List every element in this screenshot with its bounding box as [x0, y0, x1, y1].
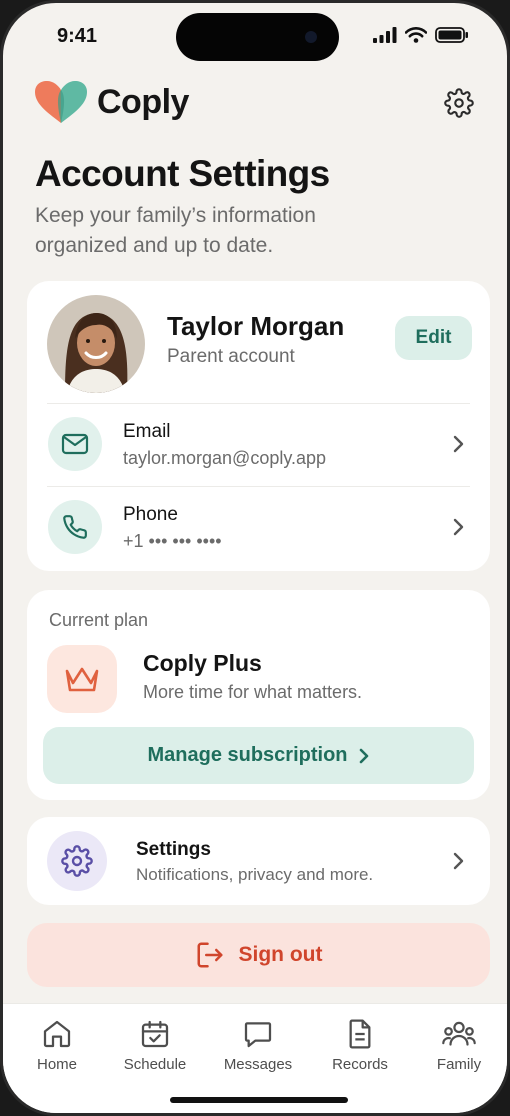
tab-label: Schedule: [123, 1056, 187, 1073]
profile-name: Taylor Morgan: [167, 311, 345, 341]
crown-icon-badge: [47, 645, 117, 713]
settings-subtitle: Notifications, privacy and more.: [136, 865, 374, 884]
phone-screen: 9:41 Coply Account Settings Keep your fa…: [0, 0, 510, 1116]
plan-tagline: More time for what matters.: [143, 682, 363, 702]
calendar-check-icon: [141, 1020, 169, 1048]
page-subtitle: Keep your family’s information organized…: [35, 204, 316, 257]
profile-role: Parent account: [167, 346, 295, 367]
chevron-right-icon: [453, 518, 464, 536]
phone-icon-badge: [48, 500, 102, 554]
email-row[interactable]: Email taylor.morgan@coply.app: [27, 403, 490, 485]
sign-out-button[interactable]: Sign out: [27, 923, 490, 987]
home-icon: [43, 1020, 71, 1048]
manage-subscription-label: Manage subscription: [147, 744, 348, 766]
crown-icon: [65, 667, 99, 692]
settings-row[interactable]: Settings Notifications, privacy and more…: [27, 817, 490, 905]
tab-schedule[interactable]: Schedule: [110, 1018, 200, 1073]
plan-section-label: Current plan: [49, 610, 149, 630]
battery-icon: [435, 27, 468, 43]
phone-label: Phone: [123, 504, 178, 525]
email-label: Email: [123, 421, 171, 442]
status-time: 9:41: [57, 25, 98, 47]
phone-value: +1 ••• ••• ••••: [123, 531, 222, 551]
mail-icon: [61, 433, 89, 455]
tab-label: Home: [36, 1056, 77, 1073]
header-settings-button[interactable]: [441, 85, 477, 121]
document-icon: [349, 1019, 371, 1049]
chevron-right-icon: [453, 852, 464, 870]
status-icons: [373, 27, 469, 43]
home-indicator[interactable]: [170, 1097, 348, 1103]
dynamic-island: [176, 13, 339, 61]
gear-icon: [61, 845, 93, 877]
heart-logo-icon: [35, 81, 87, 123]
tab-records[interactable]: Records: [315, 1018, 405, 1073]
page-title: Account Settings: [35, 153, 330, 194]
tab-label: Records: [332, 1056, 388, 1073]
settings-title: Settings: [136, 839, 211, 860]
tab-label: Messages: [223, 1056, 293, 1073]
signal-icon: [373, 27, 397, 43]
tab-messages[interactable]: Messages: [213, 1018, 303, 1073]
sign-out-label: Sign out: [238, 943, 323, 966]
phone-icon: [63, 515, 87, 539]
sign-out-icon: [197, 942, 222, 968]
chevron-right-icon: [453, 435, 464, 453]
plan-card: Current plan Coply Plus More time for wh…: [27, 590, 490, 800]
wifi-icon: [405, 27, 427, 43]
profile-card: Taylor Morgan Parent account Edit Email …: [27, 281, 490, 571]
avatar-portrait: [47, 295, 145, 393]
message-icon: [244, 1022, 272, 1048]
email-value: taylor.morgan@coply.app: [123, 448, 327, 468]
family-icon: [442, 1021, 476, 1046]
brand-logo: Coply: [33, 79, 189, 125]
mail-icon-badge: [48, 417, 102, 471]
app-header: Coply: [33, 79, 477, 127]
settings-icon-badge: [47, 831, 107, 891]
avatar[interactable]: [47, 295, 145, 393]
tab-home[interactable]: Home: [12, 1018, 102, 1073]
manage-subscription-button[interactable]: Manage subscription: [43, 727, 474, 784]
gear-icon: [444, 88, 474, 118]
status-bar: 9:41: [3, 3, 507, 67]
tab-label: Family: [436, 1056, 482, 1073]
phone-row[interactable]: Phone +1 ••• ••• ••••: [27, 486, 490, 568]
tab-family[interactable]: Family: [414, 1018, 504, 1073]
brand-name: Coply: [97, 82, 189, 121]
plan-name: Coply Plus: [143, 650, 262, 676]
edit-profile-button[interactable]: Edit: [395, 316, 472, 360]
chevron-right-icon: [359, 748, 368, 763]
